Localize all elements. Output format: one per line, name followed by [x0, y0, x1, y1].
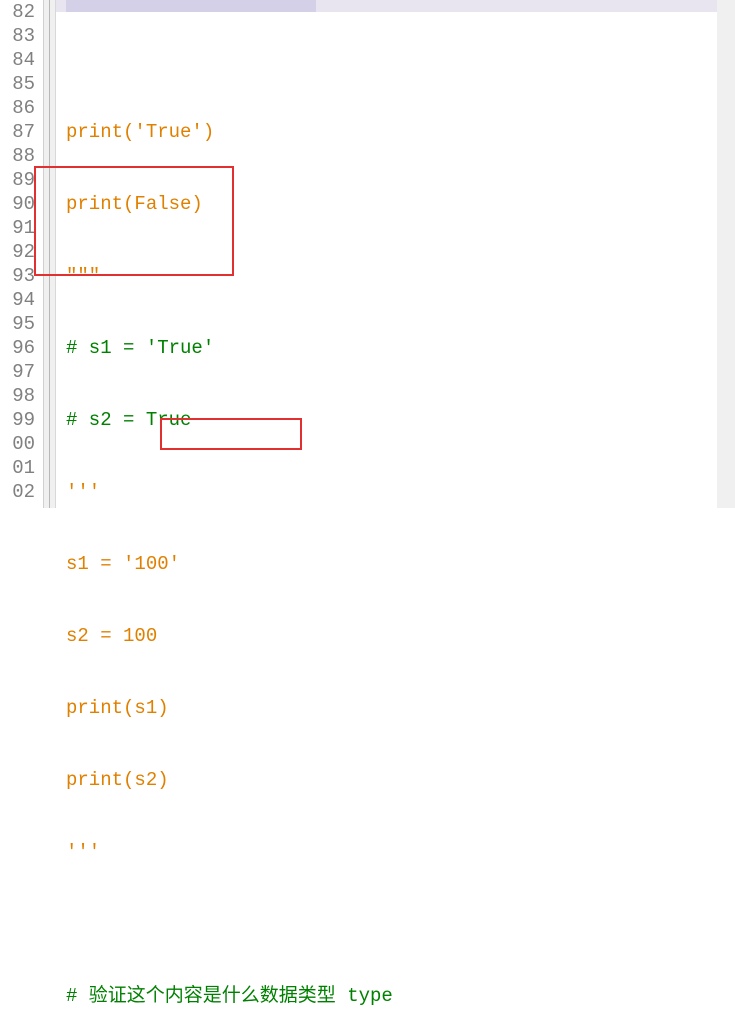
code-line[interactable]: s1 = '100'	[66, 552, 735, 576]
line-number: 84	[0, 48, 35, 72]
line-number: 90	[0, 192, 35, 216]
code-line[interactable]: s2 = 100	[66, 624, 735, 648]
line-number: 01	[0, 456, 35, 480]
line-number: 88	[0, 144, 35, 168]
scrollbar-track[interactable]	[717, 0, 735, 508]
line-number: 91	[0, 216, 35, 240]
annotation-box-1	[34, 166, 234, 276]
line-number: 97	[0, 360, 35, 384]
line-number: 86	[0, 96, 35, 120]
code-editor[interactable]: 82 83 84 85 86 87 88 89 90 91 92 93 94 9…	[0, 0, 735, 508]
line-number: 89	[0, 168, 35, 192]
code-line[interactable]	[66, 48, 735, 72]
line-number: 96	[0, 336, 35, 360]
line-number-gutter: 82 83 84 85 86 87 88 89 90 91 92 93 94 9…	[0, 0, 44, 508]
code-line[interactable]: print(s1)	[66, 696, 735, 720]
line-number: 98	[0, 384, 35, 408]
code-line[interactable]: """	[66, 264, 735, 288]
code-line[interactable]: print(False)	[66, 192, 735, 216]
line-number: 99	[0, 408, 35, 432]
line-number: 85	[0, 72, 35, 96]
code-line[interactable]: # s1 = 'True'	[66, 336, 735, 360]
code-line[interactable]: # s2 = True	[66, 408, 735, 432]
line-number: 82	[0, 0, 35, 24]
code-line[interactable]: '''	[66, 480, 735, 504]
line-number: 92	[0, 240, 35, 264]
code-area[interactable]: print('True') print(False) """ # s1 = 'T…	[56, 0, 735, 508]
line-number: 02	[0, 480, 35, 504]
code-line[interactable]: # 验证这个内容是什么数据类型 type	[66, 984, 735, 1008]
line-number: 00	[0, 432, 35, 456]
line-number: 93	[0, 264, 35, 288]
code-line[interactable]	[66, 912, 735, 936]
line-number: 87	[0, 120, 35, 144]
code-line[interactable]: print(s2)	[66, 768, 735, 792]
code-line[interactable]: print('True')	[66, 120, 735, 144]
line-number: 95	[0, 312, 35, 336]
fold-bar	[44, 0, 56, 508]
code-line[interactable]: '''	[66, 840, 735, 864]
line-number: 83	[0, 24, 35, 48]
line-number: 94	[0, 288, 35, 312]
